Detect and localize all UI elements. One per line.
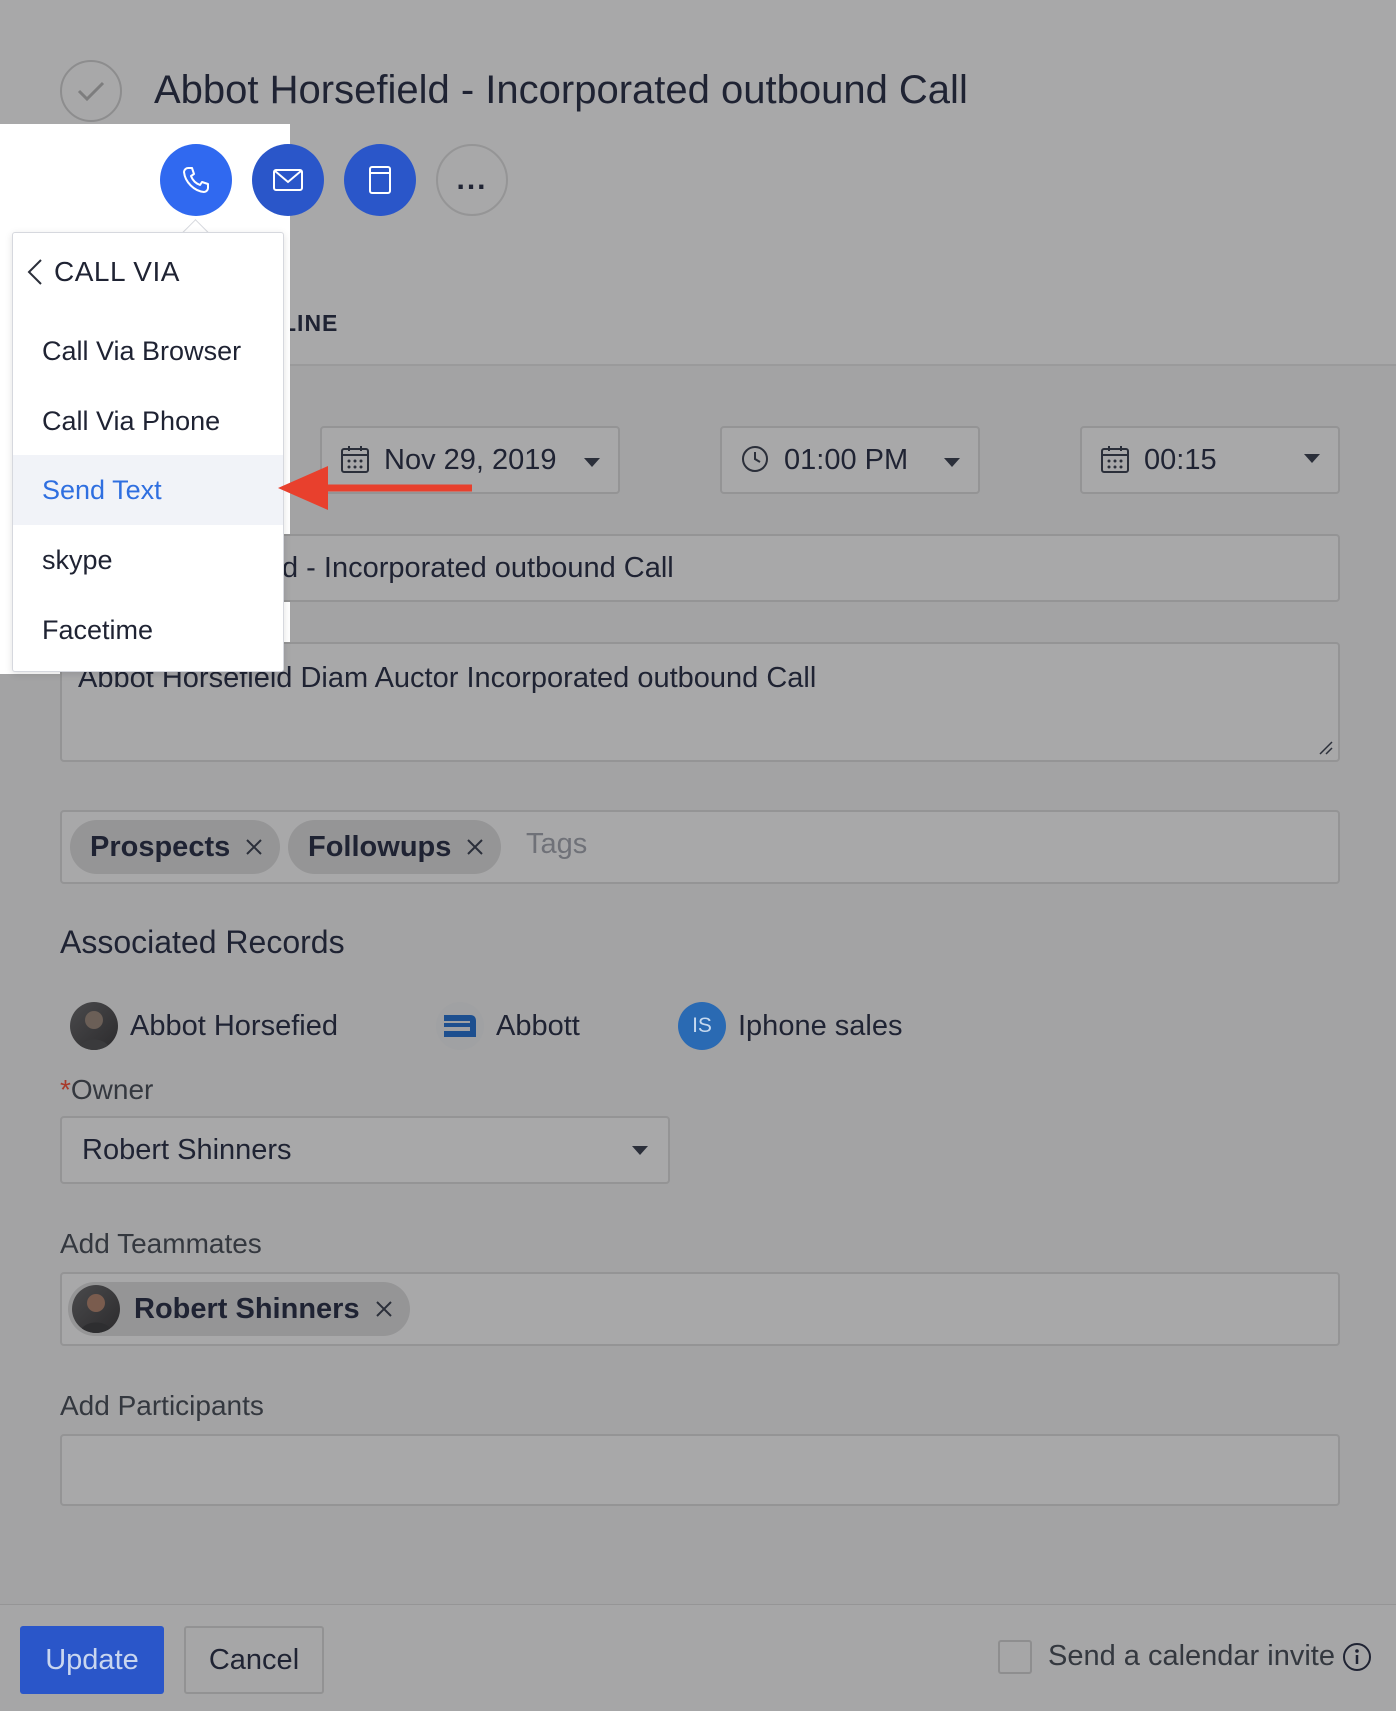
required-mark: *	[60, 1074, 71, 1105]
info-icon[interactable]	[1342, 1642, 1372, 1672]
page-title: Abbot Horsefield - Incorporated outbound…	[154, 68, 968, 112]
record-company[interactable]: Abbott	[436, 1002, 580, 1050]
more-actions-button[interactable]: ...	[436, 144, 508, 216]
menu-item-label: Send Text	[42, 474, 162, 505]
tag-label: Followups	[308, 830, 452, 863]
participants-input[interactable]	[60, 1434, 1340, 1506]
clock-icon	[742, 446, 768, 472]
owner-select[interactable]: Robert Shinners	[60, 1116, 670, 1184]
chevron-left-icon	[27, 259, 42, 285]
teammate-name: Robert Shinners	[134, 1292, 360, 1325]
tab-timeline[interactable]: LINE	[282, 310, 338, 337]
tag-chip: Followups	[288, 820, 502, 874]
associated-records-heading: Associated Records	[60, 924, 345, 960]
more-label: ...	[456, 163, 488, 196]
company-logo	[436, 1002, 484, 1050]
resize-handle-icon[interactable]	[1318, 740, 1334, 756]
mark-complete-button[interactable]	[60, 60, 122, 122]
record-name: Abbott	[496, 1009, 580, 1042]
note-icon	[369, 166, 391, 194]
call-button[interactable]	[160, 144, 232, 216]
menu-item-send-text[interactable]: Send Text	[13, 455, 283, 525]
caret-down-icon	[1304, 454, 1320, 463]
email-button[interactable]	[252, 144, 324, 216]
menu-item-facetime[interactable]: Facetime	[13, 595, 283, 665]
remove-icon[interactable]	[244, 837, 264, 857]
tag-label: Prospects	[90, 830, 231, 863]
mail-icon	[273, 169, 303, 191]
duration-picker[interactable]: 00:15	[1080, 426, 1340, 494]
time-picker[interactable]: 01:00 PM	[720, 426, 980, 494]
caret-down-icon	[584, 458, 600, 467]
remove-icon[interactable]	[374, 1299, 394, 1319]
cancel-button[interactable]: Cancel	[184, 1626, 324, 1694]
tags-input[interactable]: Prospects Followups Tags	[60, 810, 1340, 884]
calendar-icon	[1101, 446, 1129, 473]
abbott-logo-icon	[444, 1015, 476, 1037]
time-value: 01:00 PM	[784, 444, 909, 476]
teammates-input[interactable]: Robert Shinners	[60, 1272, 1340, 1346]
note-button[interactable]	[344, 144, 416, 216]
avatar	[70, 1002, 118, 1050]
teammate-chip: Robert Shinners	[68, 1282, 410, 1336]
record-name: Iphone sales	[738, 1009, 903, 1042]
menu-item-skype[interactable]: skype	[13, 525, 283, 595]
participants-label: Add Participants	[60, 1390, 264, 1421]
menu-item-label: Facetime	[42, 614, 154, 645]
deal-avatar: IS	[678, 1002, 726, 1050]
remove-icon[interactable]	[465, 837, 485, 857]
subject-value: d - Incorporated outbound Call	[282, 552, 674, 584]
record-deal[interactable]: IS Iphone sales	[678, 1002, 902, 1050]
duration-value: 00:15	[1144, 444, 1217, 476]
avatar	[72, 1285, 120, 1333]
tag-chip: Prospects	[70, 820, 281, 874]
menu-item-label: Call Via Browser	[42, 335, 242, 366]
menu-item-call-via-phone[interactable]: Call Via Phone	[13, 386, 283, 456]
person-avatar-icon	[80, 1294, 112, 1333]
tags-placeholder: Tags	[526, 828, 588, 860]
person-avatar-icon	[78, 1011, 110, 1050]
dropdown-header-label: CALL VIA	[54, 256, 180, 287]
calendar-invite-checkbox[interactable]	[998, 1640, 1032, 1674]
annotation-arrow-icon	[278, 466, 472, 510]
cancel-label: Cancel	[208, 1643, 300, 1676]
owner-label: *Owner	[60, 1074, 153, 1106]
owner-value: Robert Shinners	[82, 1134, 292, 1166]
dropdown-back-header[interactable]: CALL VIA	[26, 256, 180, 288]
record-name: Abbot Horsefied	[130, 1009, 338, 1042]
update-label: Update	[45, 1643, 139, 1676]
update-button[interactable]: Update	[20, 1626, 164, 1694]
menu-item-label: Call Via Phone	[42, 405, 221, 436]
calendar-invite-label: Send a calendar invite	[1048, 1640, 1335, 1672]
caret-down-icon	[944, 458, 960, 467]
owner-label-text: Owner	[70, 1074, 154, 1105]
record-person[interactable]: Abbot Horsefied	[70, 1002, 338, 1050]
caret-down-icon	[632, 1146, 648, 1155]
menu-item-label: skype	[42, 544, 113, 575]
teammates-label: Add Teammates	[60, 1228, 262, 1259]
phone-icon	[183, 167, 209, 193]
deal-initials: IS	[692, 1014, 712, 1037]
checkmark-icon	[77, 81, 105, 102]
menu-item-call-via-browser[interactable]: Call Via Browser	[13, 316, 283, 386]
